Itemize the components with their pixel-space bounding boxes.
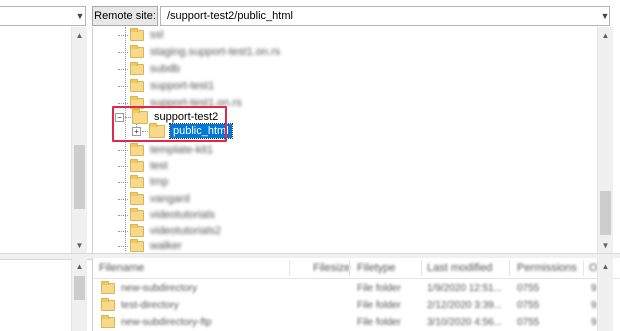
scrollbar-thumb[interactable]: [600, 191, 611, 235]
arrow-down-icon[interactable]: ▼: [72, 237, 87, 253]
tree-item[interactable]: ssl: [118, 27, 163, 43]
tree-item[interactable]: tmp: [118, 174, 168, 190]
cell-filetype: File folder: [357, 300, 401, 311]
cell-owner: 9: [591, 317, 597, 328]
cell-permissions: 0755: [517, 283, 540, 294]
tree-item-label: tmp: [150, 176, 169, 188]
cell-filename: new-subdirectory: [121, 283, 198, 294]
remote-path-input[interactable]: /support-test2/public_html: [160, 6, 610, 26]
folder-icon: [101, 315, 115, 328]
remote-tree-scrollbar[interactable]: ▲ ▼: [597, 27, 613, 253]
table-row[interactable]: test-directory File folder 2/12/2020 3:3…: [93, 297, 620, 314]
tree-item-label: test: [150, 160, 168, 172]
cell-filetype: File folder: [357, 317, 401, 328]
cell-modified: 1/9/2020 12:51...: [427, 283, 503, 294]
tree-item[interactable]: template-kit1: [118, 142, 213, 158]
folder-icon: [101, 298, 115, 311]
table-row[interactable]: new-subdirectory File folder 1/9/2020 12…: [93, 280, 620, 297]
arrow-down-icon[interactable]: ▼: [598, 237, 613, 253]
cell-owner: 9: [591, 283, 597, 294]
cell-filetype: File folder: [357, 283, 401, 294]
cell-permissions: 0755: [517, 300, 540, 311]
folder-icon: [130, 207, 144, 221]
folder-icon: [130, 61, 144, 75]
tree-item-label: subdb: [150, 63, 180, 75]
column-filesize[interactable]: Filesize: [313, 258, 350, 278]
tree-item-label: ssl: [150, 29, 164, 41]
chevron-down-icon[interactable]: ▼: [598, 6, 612, 26]
folder-icon: [130, 27, 144, 41]
folder-icon: [130, 174, 144, 188]
cell-filename: new-subdirectory-ftp: [121, 317, 212, 328]
arrow-up-icon[interactable]: ▲: [598, 27, 613, 43]
folder-icon: [130, 78, 144, 92]
tree-item[interactable]: videotutorials2: [118, 223, 221, 239]
column-filetype[interactable]: Filetype: [357, 258, 396, 278]
column-filename[interactable]: Filename: [99, 258, 144, 278]
arrow-up-icon[interactable]: ▲: [72, 27, 87, 43]
column-permissions[interactable]: Permissions: [517, 258, 577, 278]
tree-item-label: template-kit1: [150, 144, 213, 156]
remote-list-scrollbar[interactable]: ▲: [597, 258, 613, 331]
cell-permissions: 0755: [517, 317, 540, 328]
folder-icon: [130, 142, 144, 156]
folder-icon: [130, 158, 144, 172]
table-row[interactable]: new-subdirectory-ftp File folder 3/10/20…: [93, 314, 620, 331]
folder-icon: [130, 44, 144, 58]
folder-icon: [130, 238, 144, 252]
column-last-modified[interactable]: Last modified: [427, 258, 492, 278]
folder-icon: [130, 191, 144, 205]
tree-item[interactable]: walker: [118, 238, 182, 254]
local-list-scrollbar[interactable]: ▲: [71, 258, 87, 331]
chevron-down-icon[interactable]: ▼: [74, 6, 86, 26]
folder-icon: [101, 281, 115, 294]
tree-item-label: walker: [150, 240, 182, 252]
folder-icon: [130, 223, 144, 237]
tree-item-label: support-test1: [150, 80, 215, 92]
tree-item[interactable]: support-test1: [118, 78, 214, 94]
tree-item[interactable]: subdb: [118, 61, 180, 77]
scrollbar-thumb[interactable]: [74, 145, 85, 209]
tree-item[interactable]: videotutorials: [118, 207, 215, 223]
local-tree-scrollbar[interactable]: ▲ ▼: [71, 27, 87, 253]
tree-item-label: videotutorials2: [150, 225, 221, 237]
tree-item[interactable]: test: [118, 158, 168, 174]
arrow-up-icon[interactable]: ▲: [72, 258, 87, 274]
remote-site-label: Remote site:: [92, 6, 158, 26]
tree-item[interactable]: staging.support-test1.on.rs: [118, 44, 280, 60]
tree-item[interactable]: vangard: [118, 191, 190, 207]
tree-item-label: vangard: [150, 193, 190, 205]
file-list-header: Filename Filesize Filetype Last modified…: [93, 258, 620, 279]
tree-item-label: staging.support-test1.on.rs: [150, 46, 281, 58]
tree-item-label: videotutorials: [150, 209, 215, 221]
cell-modified: 3/10/2020 4:56...: [427, 317, 503, 328]
arrow-up-icon[interactable]: ▲: [598, 258, 613, 274]
scrollbar-thumb[interactable]: [74, 276, 85, 300]
cell-modified: 2/12/2020 3:39...: [427, 300, 503, 311]
cell-filename: test-directory: [121, 300, 179, 311]
cell-owner: 9: [591, 300, 597, 311]
highlight-annotation: [112, 106, 227, 142]
